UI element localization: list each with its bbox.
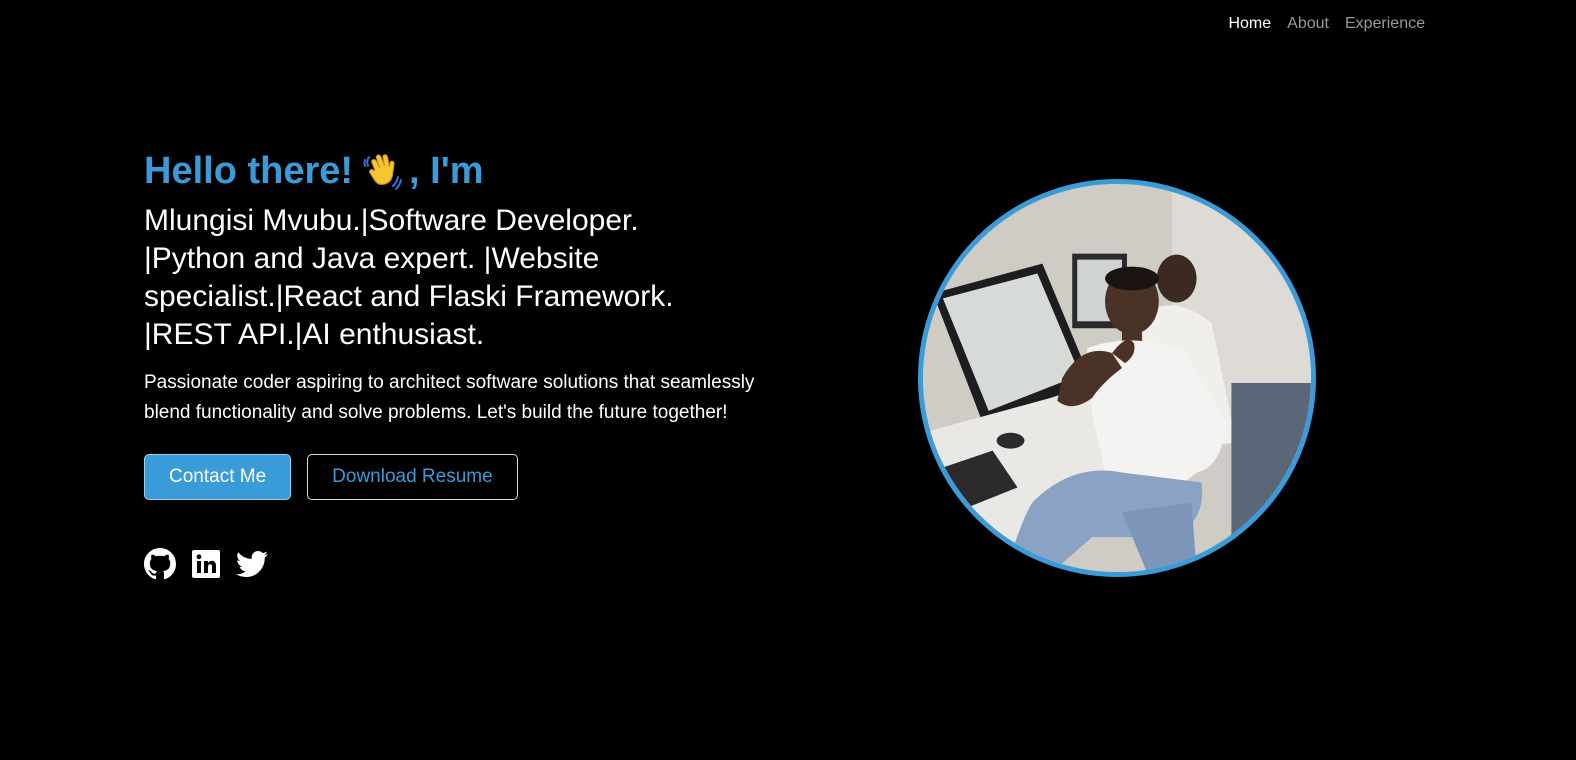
- hero-section: Hello there! , I'm Mlungisi Mvubu.|Softw…: [144, 148, 784, 580]
- greeting-suffix: , I'm: [409, 150, 484, 192]
- hero-buttons: Contact Me Download Resume: [144, 454, 784, 500]
- github-icon[interactable]: [144, 548, 176, 580]
- download-resume-button[interactable]: Download Resume: [307, 454, 518, 500]
- contact-me-button[interactable]: Contact Me: [144, 454, 292, 500]
- linkedin-icon[interactable]: [190, 548, 222, 580]
- social-links: [144, 548, 784, 580]
- intro-paragraph: Passionate coder aspiring to architect s…: [144, 372, 755, 423]
- top-nav: Home About Experience: [1228, 13, 1425, 35]
- nav-item-experience[interactable]: Experience: [1345, 13, 1425, 35]
- typed-roles-text: Mlungisi Mvubu.|Software Developer. |Pyt…: [144, 204, 674, 351]
- profile-photo: [918, 179, 1316, 577]
- greeting-prefix: Hello there!: [144, 150, 354, 192]
- nav-item-about[interactable]: About: [1287, 13, 1329, 35]
- waving-hand-icon: [359, 148, 407, 194]
- twitter-icon[interactable]: [236, 548, 268, 580]
- greeting-heading: Hello there! , I'm: [144, 148, 784, 194]
- nav-item-home[interactable]: Home: [1228, 13, 1271, 35]
